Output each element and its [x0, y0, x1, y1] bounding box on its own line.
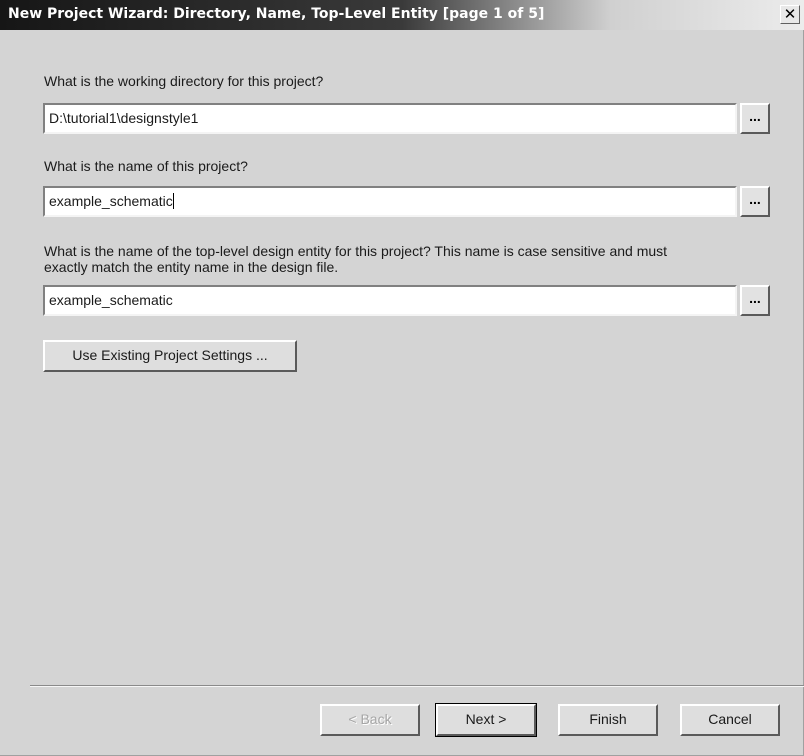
back-button[interactable]: < Back: [320, 704, 420, 736]
project-name-question-label: What is the name of this project?: [44, 158, 248, 174]
footer-separator-highlight: [30, 686, 804, 687]
top-entity-browse-button[interactable]: ...: [740, 285, 770, 316]
use-existing-project-settings-button[interactable]: Use Existing Project Settings ...: [43, 340, 297, 372]
top-entity-question-line1: What is the name of the top-level design…: [44, 243, 668, 259]
project-name-input[interactable]: example_schematic: [43, 186, 737, 217]
window-title: New Project Wizard: Directory, Name, Top…: [8, 6, 545, 22]
top-entity-input[interactable]: example_schematic: [43, 285, 737, 316]
top-entity-question-line2: exactly match the entity name in the des…: [44, 259, 339, 275]
title-bar[interactable]: New Project Wizard: Directory, Name, Top…: [0, 0, 804, 30]
directory-question-label: What is the working directory for this p…: [44, 73, 324, 89]
next-button[interactable]: Next >: [435, 703, 537, 737]
cancel-button[interactable]: Cancel: [680, 704, 780, 736]
close-button[interactable]: ✕: [780, 5, 800, 24]
close-icon: ✕: [783, 5, 797, 23]
new-project-wizard-dialog: New Project Wizard: Directory, Name, Top…: [0, 0, 804, 756]
text-cursor: [172, 193, 174, 209]
finish-button[interactable]: Finish: [558, 704, 658, 736]
directory-input[interactable]: D:\tutorial1\designstyle1: [43, 103, 737, 134]
directory-browse-button[interactable]: ...: [740, 103, 770, 134]
project-name-browse-button[interactable]: ...: [740, 186, 770, 217]
project-name-value: example_schematic: [49, 193, 173, 209]
